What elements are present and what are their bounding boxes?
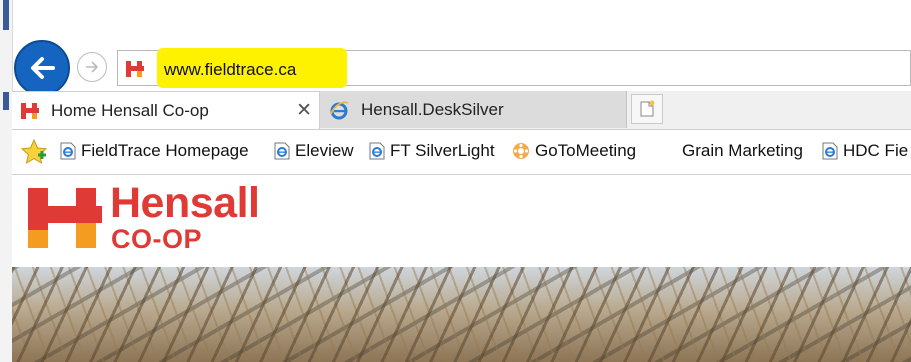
ie-page-icon [274, 142, 290, 160]
tab-strip: Home Hensall Co-op ✕ Hensall.DeskSilver [12, 91, 911, 130]
site-header: Hensall CO-OP [12, 175, 911, 267]
favorite-grain-marketing[interactable]: Grain Marketing [682, 141, 803, 161]
navigation-bar: www.fieldtrace.ca [12, 30, 911, 96]
favorite-gotomeeting[interactable]: GoToMeeting [512, 141, 636, 161]
hensall-logo-mark[interactable] [28, 188, 102, 248]
forward-arrow-icon [86, 61, 98, 73]
favorites-star-icon[interactable] [20, 138, 48, 166]
favorite-eleview[interactable]: Eleview [274, 141, 354, 161]
ie-page-icon [822, 142, 838, 160]
new-tab-button[interactable] [631, 94, 663, 124]
page-content: Hensall CO-OP [12, 175, 911, 362]
ie-icon [329, 100, 349, 120]
logo-text-hensall: Hensall [110, 179, 260, 227]
favorite-hdc-field[interactable]: HDC Fie [822, 141, 908, 161]
url-text[interactable]: www.fieldtrace.ca [164, 60, 296, 80]
favorites-bar: FieldTrace Homepage Eleview FT SilverLig… [12, 130, 911, 175]
back-button[interactable] [14, 40, 70, 96]
tab-label: Home Hensall Co-op [51, 100, 209, 120]
hero-wheat-image [12, 267, 911, 362]
tab-home-hensall[interactable]: Home Hensall Co-op ✕ [12, 91, 320, 129]
favorite-ft-silverlight[interactable]: FT SilverLight [369, 141, 495, 161]
tab-hensall-desksilver[interactable]: Hensall.DeskSilver [320, 91, 627, 128]
ie-page-icon [369, 142, 385, 160]
hensall-favicon-icon [126, 61, 144, 77]
forward-button[interactable] [77, 52, 107, 82]
close-tab-icon[interactable]: ✕ [296, 99, 312, 122]
ie-page-icon [60, 142, 76, 160]
address-bar[interactable]: www.fieldtrace.ca [117, 48, 911, 88]
new-tab-icon [640, 100, 655, 117]
back-arrow-icon [31, 57, 55, 79]
favorite-fieldtrace-homepage[interactable]: FieldTrace Homepage [60, 141, 249, 161]
logo-text-coop: CO-OP [111, 224, 203, 254]
gotomeeting-icon [512, 142, 530, 160]
tab-label: Hensall.DeskSilver [361, 99, 504, 119]
hensall-favicon-icon [21, 102, 39, 119]
